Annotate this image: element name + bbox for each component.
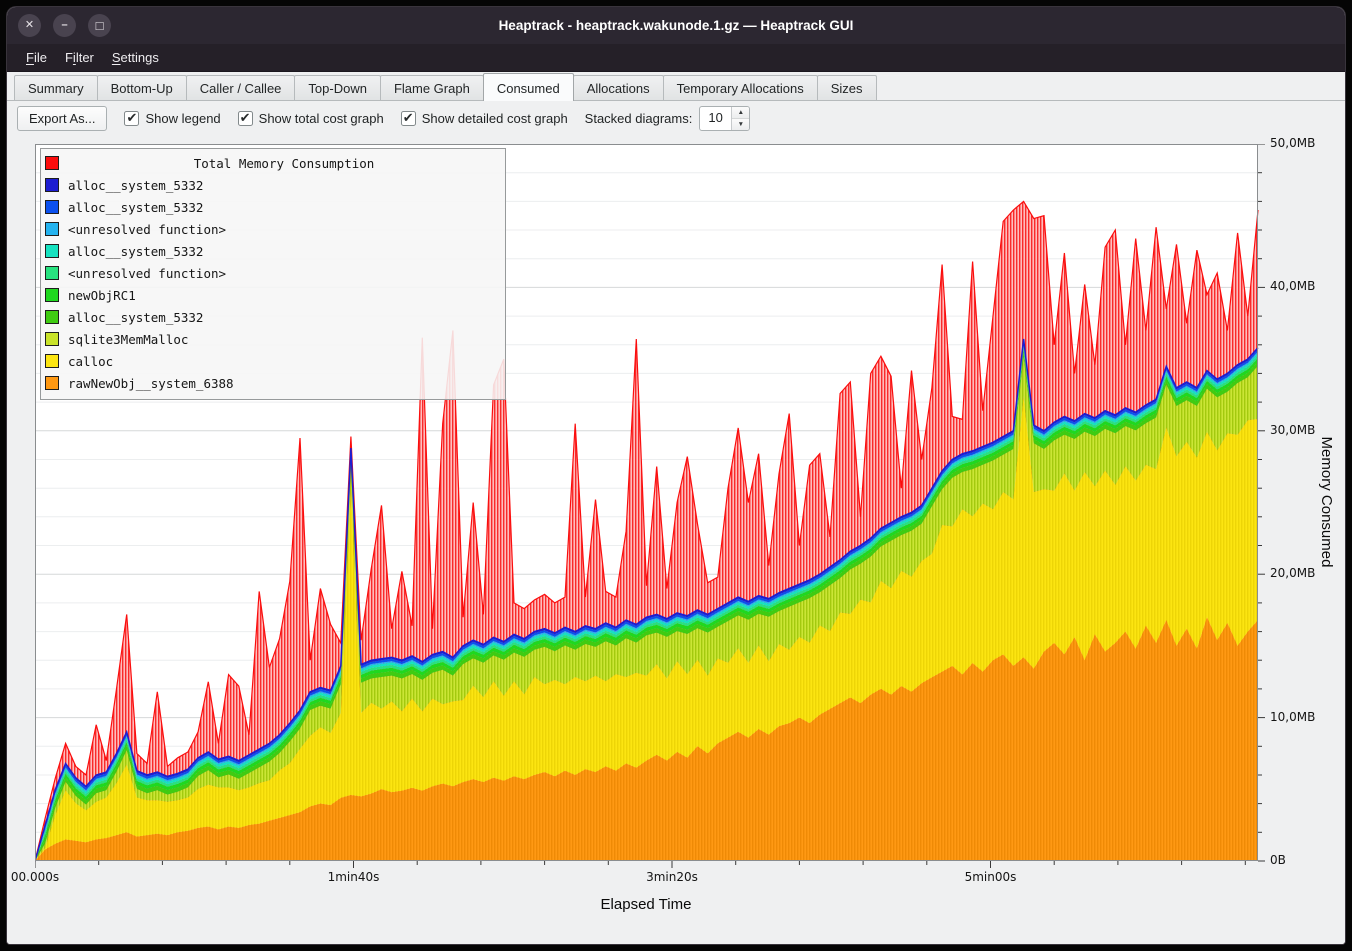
toolbar: Export As... Show legend Show total cost… <box>7 101 1345 135</box>
legend-item: <unresolved function> <box>45 262 500 284</box>
legend-item: <unresolved function> <box>45 218 500 240</box>
legend-swatch <box>45 222 59 236</box>
legend-title-row: Total Memory Consumption <box>45 152 500 174</box>
legend-item: sqlite3MemMalloc <box>45 328 500 350</box>
y-tick-label: 0B <box>1270 853 1286 867</box>
menu-filter[interactable]: Filter <box>56 46 103 69</box>
y-tick-label: 10,0MB <box>1270 710 1315 724</box>
tab-top-down[interactable]: Top-Down <box>294 75 381 100</box>
x-tick-label: 3min20s <box>646 870 698 884</box>
legend-swatch <box>45 354 59 368</box>
stacked-diagrams-group: Stacked diagrams: 10 <box>585 106 751 131</box>
stacked-diagrams-value[interactable]: 10 <box>700 107 731 130</box>
x-axis-title: Elapsed Time <box>601 896 692 913</box>
legend-label: alloc__system_5332 <box>68 310 203 325</box>
x-tick-label: 00.000s <box>11 870 59 884</box>
spin-up-icon[interactable] <box>732 107 749 119</box>
checkbox-label: Show legend <box>145 111 220 126</box>
chart-legend: Total Memory Consumption alloc__system_5… <box>40 148 506 400</box>
window-title: Heaptrack - heaptrack.wakunode.1.gz — He… <box>7 18 1345 33</box>
y-tick-label: 20,0MB <box>1270 566 1315 580</box>
y-tick-label: 40,0MB <box>1270 279 1315 293</box>
checkbox-icon[interactable] <box>124 111 139 126</box>
legend-swatch <box>45 200 59 214</box>
legend-swatch <box>45 376 59 390</box>
legend-item: alloc__system_5332 <box>45 240 500 262</box>
legend-label: alloc__system_5332 <box>68 200 203 215</box>
legend-label: sqlite3MemMalloc <box>68 332 188 347</box>
menu-settings[interactable]: Settings <box>103 46 168 69</box>
legend-label: <unresolved function> <box>68 222 226 237</box>
menu-bar: FileFilterSettings <box>7 44 1345 72</box>
tab-consumed[interactable]: Consumed <box>483 73 574 101</box>
legend-item: alloc__system_5332 <box>45 174 500 196</box>
window-controls <box>18 14 111 37</box>
stacked-diagrams-label: Stacked diagrams: <box>585 111 693 126</box>
checkbox-label: Show detailed cost graph <box>422 111 568 126</box>
legend-swatch <box>45 310 59 324</box>
legend-swatch <box>45 288 59 302</box>
checkbox-label: Show total cost graph <box>259 111 384 126</box>
legend-item: alloc__system_5332 <box>45 196 500 218</box>
checkbox-show-legend[interactable]: Show legend <box>124 111 220 126</box>
x-tick-label: 5min00s <box>965 870 1017 884</box>
legend-swatch <box>45 266 59 280</box>
x-tick-label: 1min40s <box>328 870 380 884</box>
title-bar: Heaptrack - heaptrack.wakunode.1.gz — He… <box>7 7 1345 44</box>
y-tick-label: 50,0MB <box>1270 136 1315 150</box>
legend-label: <unresolved function> <box>68 266 226 281</box>
legend-label: calloc <box>68 354 113 369</box>
legend-label: alloc__system_5332 <box>68 244 203 259</box>
chart-area: Total Memory Consumption alloc__system_5… <box>7 135 1345 944</box>
legend-item: rawNewObj__system_6388 <box>45 372 500 394</box>
app-window: Heaptrack - heaptrack.wakunode.1.gz — He… <box>7 7 1345 944</box>
legend-item: alloc__system_5332 <box>45 306 500 328</box>
checkbox-icon[interactable] <box>238 111 253 126</box>
checkbox-icon[interactable] <box>401 111 416 126</box>
legend-swatch <box>45 244 59 258</box>
legend-label: alloc__system_5332 <box>68 178 203 193</box>
close-icon[interactable] <box>18 14 41 37</box>
menu-file[interactable]: File <box>17 46 56 69</box>
tab-caller-callee[interactable]: Caller / Callee <box>186 75 296 100</box>
y-axis-title: Memory Consumed <box>1318 437 1335 568</box>
legend-title-swatch <box>45 156 59 170</box>
legend-swatch <box>45 178 59 192</box>
tab-sizes[interactable]: Sizes <box>817 75 877 100</box>
legend-swatch <box>45 332 59 346</box>
legend-label: newObjRC1 <box>68 288 136 303</box>
legend-item: newObjRC1 <box>45 284 500 306</box>
checkbox-show-total-cost-graph[interactable]: Show total cost graph <box>238 111 384 126</box>
spin-arrows <box>731 107 749 130</box>
tab-flame-graph[interactable]: Flame Graph <box>380 75 484 100</box>
stacked-diagrams-spinbox[interactable]: 10 <box>699 106 750 131</box>
y-tick-label: 30,0MB <box>1270 423 1315 437</box>
maximize-icon[interactable] <box>88 14 111 37</box>
tab-bottom-up[interactable]: Bottom-Up <box>97 75 187 100</box>
legend-title: Total Memory Consumption <box>68 156 500 171</box>
minimize-icon[interactable] <box>53 14 76 37</box>
export-as-button[interactable]: Export As... <box>17 106 107 131</box>
tab-summary[interactable]: Summary <box>14 75 98 100</box>
tab-allocations[interactable]: Allocations <box>573 75 664 100</box>
checkbox-show-detailed-cost-graph[interactable]: Show detailed cost graph <box>401 111 568 126</box>
tab-bar: SummaryBottom-UpCaller / CalleeTop-DownF… <box>7 72 1345 101</box>
legend-item: calloc <box>45 350 500 372</box>
spin-down-icon[interactable] <box>732 119 749 130</box>
legend-label: rawNewObj__system_6388 <box>68 376 234 391</box>
tab-temporary-allocations[interactable]: Temporary Allocations <box>663 75 818 100</box>
